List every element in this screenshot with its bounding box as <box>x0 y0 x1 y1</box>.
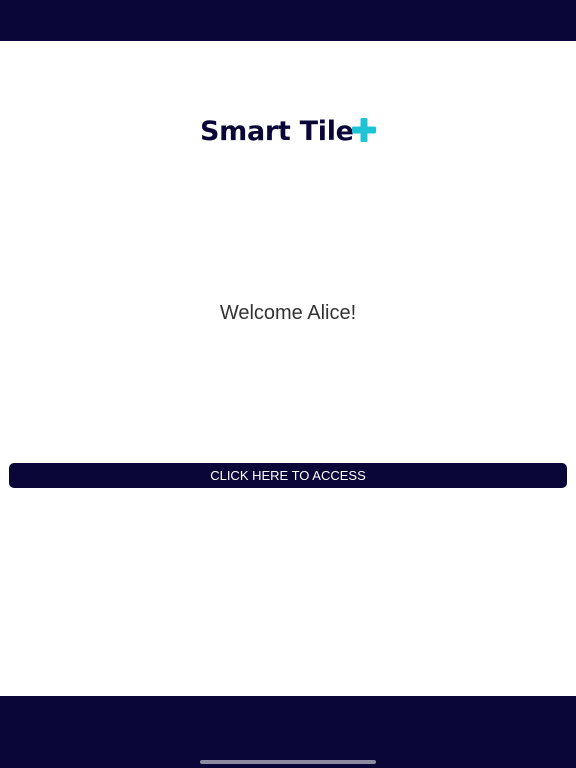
home-indicator[interactable] <box>200 760 376 764</box>
smart-tile-logo: Smart Tile <box>200 112 390 152</box>
access-button[interactable]: CLICK HERE TO ACCESS <box>9 463 567 488</box>
brand-name: Smart Tile <box>200 116 354 147</box>
plus-icon <box>352 118 376 142</box>
app-screen: Smart Tile Welcome Alice! CLICK HERE TO … <box>0 0 576 768</box>
welcome-message: Welcome Alice! <box>219 302 357 324</box>
bottom-bar <box>0 696 576 768</box>
status-bar <box>0 0 576 41</box>
